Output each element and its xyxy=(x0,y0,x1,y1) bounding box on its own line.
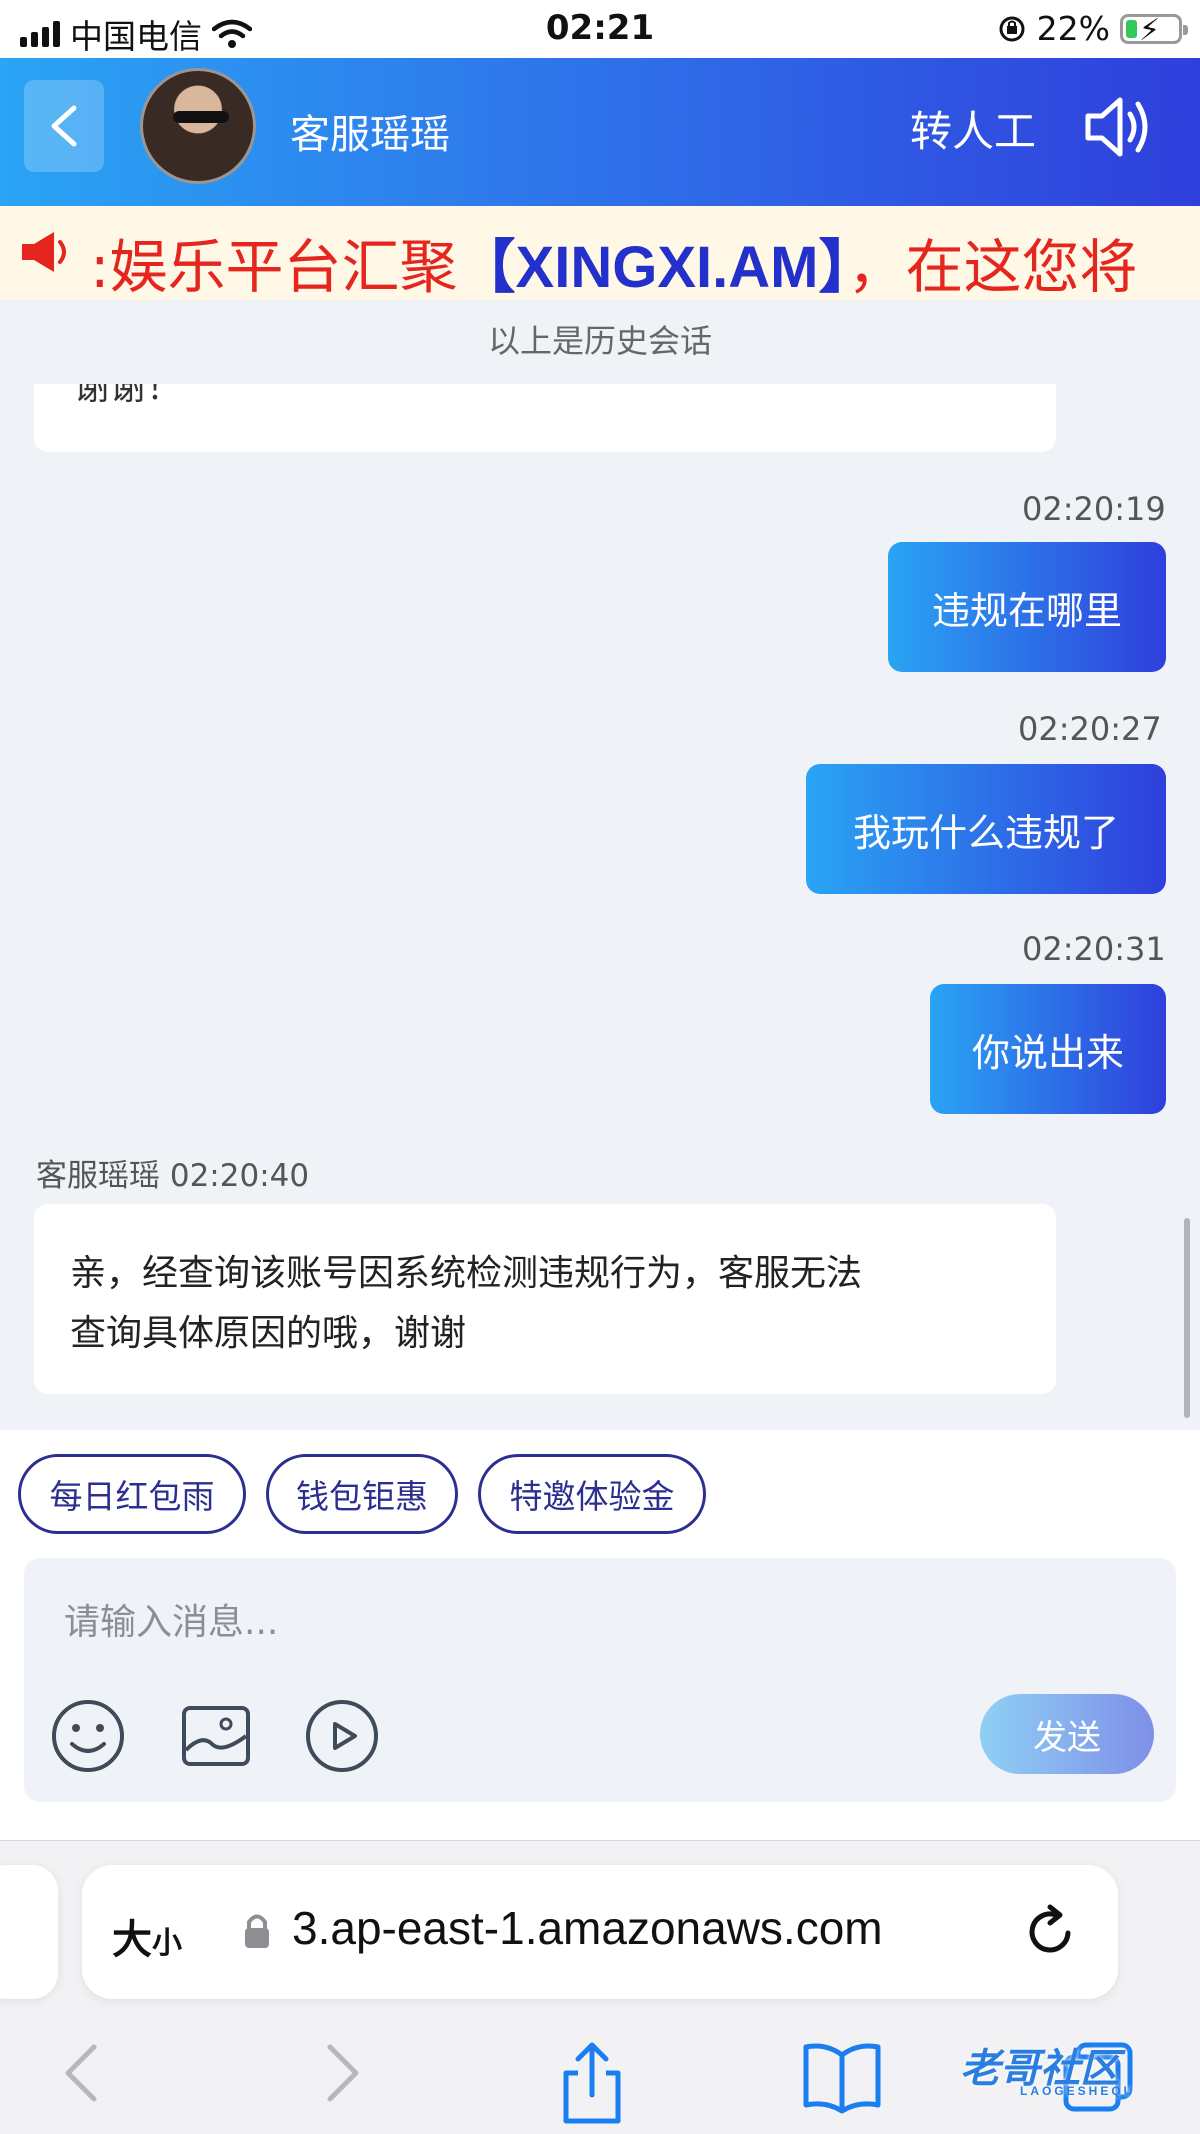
send-button[interactable]: 发送 xyxy=(980,1694,1154,1774)
watermark-subtext: LAOGESHEQU xyxy=(1020,2084,1136,2098)
speaker-icon[interactable] xyxy=(1082,94,1154,160)
user-message-bubble: 我玩什么违规了 xyxy=(806,764,1166,894)
battery-icon: ⚡ xyxy=(1120,13,1188,48)
message-timestamp: 02:20:31 xyxy=(1022,930,1166,968)
page-settings-button[interactable]: 大小 xyxy=(112,1907,182,1965)
chat-scrollbar[interactable] xyxy=(1184,1218,1190,1418)
megaphone-icon xyxy=(22,232,66,272)
reload-icon[interactable] xyxy=(1022,1901,1078,1961)
transfer-human-button[interactable]: 转人工 xyxy=(910,98,1036,159)
marquee-text-before: :娱乐平台汇聚 xyxy=(90,233,458,300)
agent-reply-line: 查询具体原因的哦，谢谢 xyxy=(70,1313,467,1354)
back-button[interactable] xyxy=(24,80,104,172)
bookmarks-icon[interactable] xyxy=(800,2039,884,2115)
message-input[interactable] xyxy=(64,1602,964,1643)
marquee-text-after: ，在这您将 xyxy=(847,233,1138,300)
forward-arrow-icon[interactable] xyxy=(320,2039,364,2107)
battery-percent: 22% xyxy=(1036,9,1110,48)
agent-message-meta: 客服瑶瑶 02:20:40 xyxy=(36,1150,309,1195)
video-icon[interactable] xyxy=(304,1698,380,1774)
quick-reply-chip[interactable]: 每日红包雨 xyxy=(18,1454,246,1534)
quick-reply-chip[interactable]: 特邀体验金 xyxy=(478,1454,706,1534)
image-icon[interactable] xyxy=(178,1698,254,1774)
status-right: 22% ⚡ xyxy=(997,9,1188,48)
user-message-bubble: 违规在哪里 xyxy=(888,542,1166,672)
previous-tab-preview[interactable] xyxy=(0,1865,58,1999)
agent-message-bubble: 亲，经查询该账号因系统检测违规行为，客服无法 查询具体原因的哦，谢谢 xyxy=(34,1204,1056,1394)
back-arrow-icon[interactable] xyxy=(60,2039,104,2107)
announcement-marquee[interactable]: :娱乐平台汇聚【XINGXI.AM】，在这您将 xyxy=(0,206,1200,300)
agent-reply-line: 亲，经查询该账号因系统检测违规行为，客服无法 xyxy=(70,1253,863,1294)
agent-message-bubble: 谢谢！ xyxy=(34,384,1056,452)
agent-sender-name: 客服瑶瑶 xyxy=(36,1158,160,1194)
message-timestamp: 02:20:40 xyxy=(169,1158,310,1194)
truncated-message-text: 谢谢！ xyxy=(74,384,183,408)
user-message-bubble: 你说出来 xyxy=(930,984,1166,1114)
lock-icon xyxy=(245,1914,269,1948)
watermark-logo: 老哥社区 LAOGESHEQU xyxy=(960,2036,1190,2106)
share-icon[interactable] xyxy=(558,2039,626,2125)
emoji-icon[interactable] xyxy=(50,1698,126,1774)
history-divider: 以上是历史会话 xyxy=(487,322,712,360)
chat-header: 客服瑶瑶 转人工 xyxy=(0,58,1200,206)
url-text: 3.ap-east-1.amazonaws.com xyxy=(292,1902,883,1954)
agent-name: 客服瑶瑶 xyxy=(290,112,450,158)
status-bar: 中国电信 02:21 22% ⚡ xyxy=(0,0,1200,58)
quick-reply-chip[interactable]: 钱包钜惠 xyxy=(266,1454,458,1534)
message-timestamp: 02:20:19 xyxy=(1022,490,1166,528)
marquee-highlight: 【XINGXI.AM】 xyxy=(457,235,848,300)
marquee-text: :娱乐平台汇聚【XINGXI.AM】，在这您将 xyxy=(90,220,1137,300)
orientation-lock-icon xyxy=(999,16,1025,41)
agent-avatar xyxy=(140,68,256,184)
message-timestamp: 02:20:27 xyxy=(1018,710,1162,748)
address-bar[interactable]: 大小 3.ap-east-1.amazonaws.com xyxy=(82,1865,1118,1999)
message-composer: 发送 xyxy=(24,1558,1176,1802)
composer-panel: 每日红包雨 钱包钜惠 特邀体验金 发送 xyxy=(0,1430,1200,1840)
aa-small: 小 xyxy=(152,1926,182,1961)
aa-large: 大 xyxy=(112,1917,152,1963)
chevron-left-icon xyxy=(51,105,77,147)
